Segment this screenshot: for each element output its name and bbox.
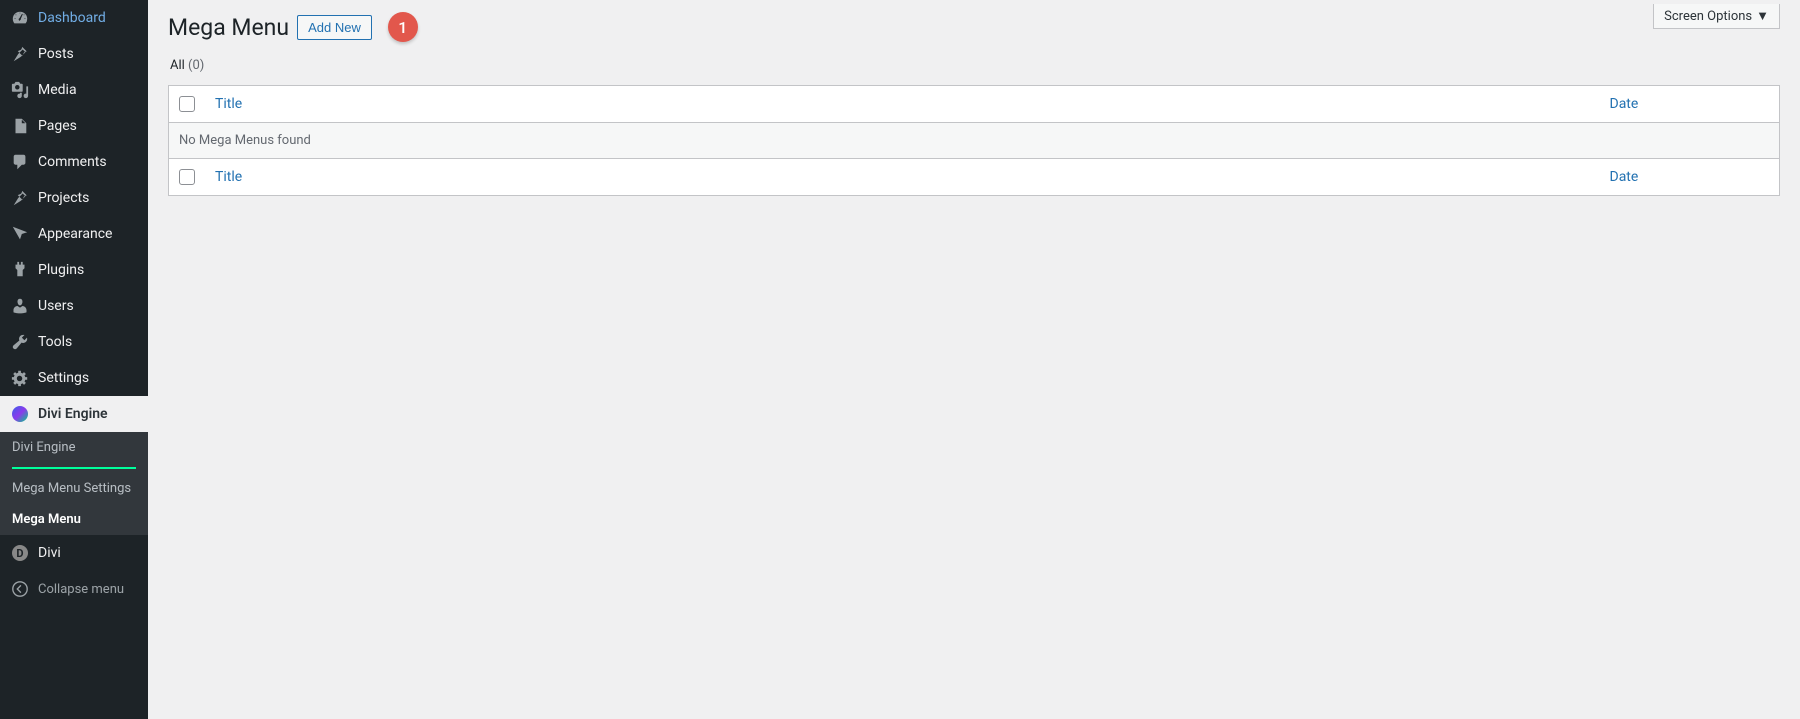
sidebar-item-label: Pages bbox=[38, 118, 77, 134]
sidebar-item-divi[interactable]: D Divi bbox=[0, 535, 148, 571]
dashboard-icon bbox=[10, 8, 30, 28]
sidebar-item-dashboard[interactable]: Dashboard bbox=[0, 0, 148, 36]
sidebar-item-users[interactable]: Users bbox=[0, 288, 148, 324]
users-icon bbox=[10, 296, 30, 316]
sidebar-item-label: Tools bbox=[38, 334, 72, 350]
pin-icon bbox=[10, 188, 30, 208]
admin-sidebar: Dashboard Posts Media Pages Comments Pro… bbox=[0, 0, 148, 719]
media-icon bbox=[10, 80, 30, 100]
column-date-footer[interactable]: Date bbox=[1610, 169, 1639, 185]
sidebar-item-plugins[interactable]: Plugins bbox=[0, 252, 148, 288]
sidebar-item-label: Comments bbox=[38, 154, 107, 170]
divi-engine-icon bbox=[10, 404, 30, 424]
filter-row: All (0) bbox=[168, 58, 1780, 85]
table-row: No Mega Menus found bbox=[169, 123, 1780, 159]
column-title-footer[interactable]: Title bbox=[215, 169, 242, 185]
filter-all[interactable]: All (0) bbox=[170, 58, 204, 73]
sidebar-item-label: Appearance bbox=[38, 226, 112, 242]
posts-table: Title Date No Mega Menus found Title Dat… bbox=[168, 85, 1780, 196]
column-title-header[interactable]: Title bbox=[215, 96, 242, 112]
filter-all-label: All bbox=[170, 58, 185, 73]
sidebar-item-projects[interactable]: Projects bbox=[0, 180, 148, 216]
select-all-checkbox[interactable] bbox=[179, 96, 195, 112]
page-header: Mega Menu Add New 1 bbox=[168, 0, 1780, 58]
sidebar-item-divi-engine[interactable]: Divi Engine bbox=[0, 396, 148, 432]
sidebar-item-media[interactable]: Media bbox=[0, 72, 148, 108]
tools-icon bbox=[10, 332, 30, 352]
sidebar-item-label: Projects bbox=[38, 190, 89, 206]
submenu-item-mega-menu[interactable]: Mega Menu bbox=[0, 504, 148, 535]
sidebar-item-settings[interactable]: Settings bbox=[0, 360, 148, 396]
submenu-item-divi-engine[interactable]: Divi Engine bbox=[0, 432, 148, 463]
sidebar-item-label: Media bbox=[38, 82, 77, 98]
submenu-item-mega-menu-settings[interactable]: Mega Menu Settings bbox=[0, 473, 148, 504]
pages-icon bbox=[10, 116, 30, 136]
main-content: Screen Options ▼ Mega Menu Add New 1 All… bbox=[148, 0, 1800, 719]
sidebar-item-label: Users bbox=[38, 298, 74, 314]
chevron-down-icon: ▼ bbox=[1756, 8, 1769, 24]
collapse-icon bbox=[10, 579, 30, 599]
select-all-checkbox-bottom[interactable] bbox=[179, 169, 195, 185]
page-title: Mega Menu bbox=[168, 14, 289, 41]
collapse-label: Collapse menu bbox=[38, 582, 124, 597]
appearance-icon bbox=[10, 224, 30, 244]
sidebar-item-label: Divi Engine bbox=[38, 406, 108, 422]
sidebar-item-comments[interactable]: Comments bbox=[0, 144, 148, 180]
step-badge: 1 bbox=[388, 12, 418, 42]
sidebar-item-label: Settings bbox=[38, 370, 89, 386]
pin-icon bbox=[10, 44, 30, 64]
comments-icon bbox=[10, 152, 30, 172]
sidebar-item-tools[interactable]: Tools bbox=[0, 324, 148, 360]
filter-all-count: (0) bbox=[188, 58, 204, 73]
sidebar-item-pages[interactable]: Pages bbox=[0, 108, 148, 144]
screen-options-label: Screen Options bbox=[1664, 9, 1752, 24]
sidebar-item-label: Posts bbox=[38, 46, 74, 62]
column-date-header[interactable]: Date bbox=[1610, 96, 1639, 112]
screen-options-button[interactable]: Screen Options ▼ bbox=[1653, 4, 1780, 29]
add-new-button[interactable]: Add New bbox=[297, 15, 372, 40]
sidebar-item-label: Divi bbox=[38, 545, 61, 561]
sidebar-item-label: Dashboard bbox=[38, 10, 106, 26]
settings-icon bbox=[10, 368, 30, 388]
sidebar-item-label: Plugins bbox=[38, 262, 84, 278]
submenu-divi-engine: Divi Engine Mega Menu Settings Mega Menu bbox=[0, 432, 148, 535]
collapse-menu[interactable]: Collapse menu bbox=[0, 571, 148, 607]
sidebar-item-appearance[interactable]: Appearance bbox=[0, 216, 148, 252]
divi-icon: D bbox=[10, 543, 30, 563]
sidebar-item-posts[interactable]: Posts bbox=[0, 36, 148, 72]
submenu-divider bbox=[12, 467, 136, 469]
plugins-icon bbox=[10, 260, 30, 280]
empty-message: No Mega Menus found bbox=[169, 123, 1780, 159]
